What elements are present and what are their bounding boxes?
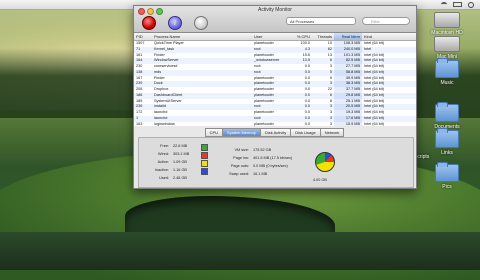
vm-stat-value: 175.52 GB — [253, 148, 272, 152]
vm-stat-value: 401.5 MB (17.5 kb/sec) — [253, 156, 293, 160]
column-header-cpu[interactable]: % CPU — [292, 33, 312, 40]
tab-network[interactable]: Network — [319, 128, 345, 137]
free-color-swatch — [201, 144, 208, 151]
process-table-header: PID Process Name User % CPU Threads Real… — [134, 33, 416, 41]
folder-icon — [435, 102, 459, 122]
desktop-icon-label: Links — [441, 150, 453, 156]
column-header-process-name[interactable]: Process Name — [152, 33, 252, 40]
desktop-icon-links[interactable]: Links — [424, 128, 470, 156]
tab-disk-usage[interactable]: Disk Usage — [290, 128, 321, 137]
battery-icon[interactable] — [453, 2, 462, 7]
spotlight-icon[interactable] — [468, 1, 474, 8]
window-title: Activity Monitor — [258, 7, 292, 13]
cell-pid: 163 — [136, 121, 143, 126]
cell-threads: 3 — [329, 121, 332, 126]
activity-monitor-window: Activity Monitor i All Processes Filter … — [133, 5, 417, 189]
memory-stat-label: Inactive: — [154, 168, 169, 172]
cell-cpu: 0.0 — [304, 121, 310, 126]
memory-stat-value: 22.6 MB — [173, 144, 188, 148]
inactive-color-swatch — [201, 168, 208, 175]
desktop-icon-music[interactable]: Music — [424, 58, 470, 86]
memory-pie-chart — [315, 152, 335, 172]
tab-cpu[interactable]: CPU — [204, 128, 224, 137]
memory-stat-label: Used: — [159, 176, 169, 180]
process-filter-select[interactable]: All Processes — [286, 17, 356, 25]
folder-icon — [435, 58, 459, 78]
tab-system-memory[interactable]: System Memory — [222, 128, 261, 137]
wifi-icon[interactable] — [441, 2, 447, 7]
menu-extras — [441, 0, 474, 9]
memory-stat-label: Wired: — [158, 152, 169, 156]
desktop-icon-label: Music — [440, 80, 454, 86]
hard-drive-icon — [434, 36, 460, 52]
vm-stat-value: 0.0 MB (0 bytes/sec) — [253, 164, 288, 168]
search-input[interactable]: Filter — [362, 17, 410, 25]
process-table: PID Process Name User % CPU Threads Real… — [134, 33, 416, 126]
column-header-user[interactable]: User — [252, 33, 292, 40]
monitor-tabs: CPU System Memory Disk Activity Disk Usa… — [134, 128, 416, 137]
vm-stat-label: Page ins: — [233, 156, 249, 160]
column-header-pid[interactable]: PID — [134, 33, 152, 40]
vm-stat-value: 16.1 MB — [253, 172, 268, 176]
column-header-threads[interactable]: Threads — [312, 33, 334, 40]
vm-stat-label: Page outs: — [230, 164, 249, 168]
memory-stat-label: Free: — [160, 144, 169, 148]
memory-stat-value: 1.16 GB — [173, 168, 187, 172]
desktop-icon-mac-mini[interactable]: Mac Mini — [424, 36, 470, 60]
cell-user: planetcoder — [254, 121, 274, 126]
hard-drive-icon — [434, 12, 460, 28]
memory-stat-label: Active: — [157, 160, 169, 164]
column-header-kind[interactable]: Kind — [362, 33, 416, 40]
desktop-icon-pics[interactable]: Pics — [424, 162, 470, 190]
desktop-icon-label: Pics — [442, 184, 452, 190]
memory-stat-value: 303.1 MB — [173, 152, 190, 156]
quit-process-button[interactable] — [142, 16, 156, 30]
sample-process-button[interactable] — [194, 16, 208, 30]
memory-stat-value: 1.09 GB — [173, 160, 187, 164]
memory-total: 4.00 GB — [313, 178, 327, 182]
table-row[interactable]: 163 loginwindow planetcoder 0.0 3 15.9 MB Inte… — [134, 121, 416, 126]
column-header-real-mem[interactable]: Real Mem — [334, 33, 362, 40]
vm-stat-label: VM size: — [234, 148, 249, 152]
cell-process-name: loginwindow — [154, 121, 175, 126]
desktop-icon-documents[interactable]: Documents — [424, 102, 470, 130]
desktop-icon-macintosh-hd[interactable]: Macintosh HD — [424, 12, 470, 36]
tab-disk-activity[interactable]: Disk Activity — [259, 128, 292, 137]
process-rows: 1507 QuickTime Player planetcoder 100.0 10 10… — [134, 41, 416, 126]
wired-color-swatch — [201, 152, 208, 159]
memory-stat-value: 2.48 GB — [173, 176, 187, 180]
cell-real-mem: 15.9 MB — [334, 121, 362, 126]
system-memory-pane: Free: 22.6 MB Wired: 303.1 MB Active: 1.… — [138, 137, 414, 188]
desktop-water — [0, 232, 480, 270]
folder-icon — [435, 128, 459, 148]
cell-kind: Intel (64 bit) — [364, 121, 385, 126]
vm-stat-label: Swap used: — [229, 172, 249, 176]
folder-icon — [435, 162, 459, 182]
window-titlebar[interactable]: Activity Monitor i All Processes Filter — [134, 6, 416, 33]
inspect-button[interactable]: i — [168, 16, 182, 30]
active-color-swatch — [201, 160, 208, 167]
